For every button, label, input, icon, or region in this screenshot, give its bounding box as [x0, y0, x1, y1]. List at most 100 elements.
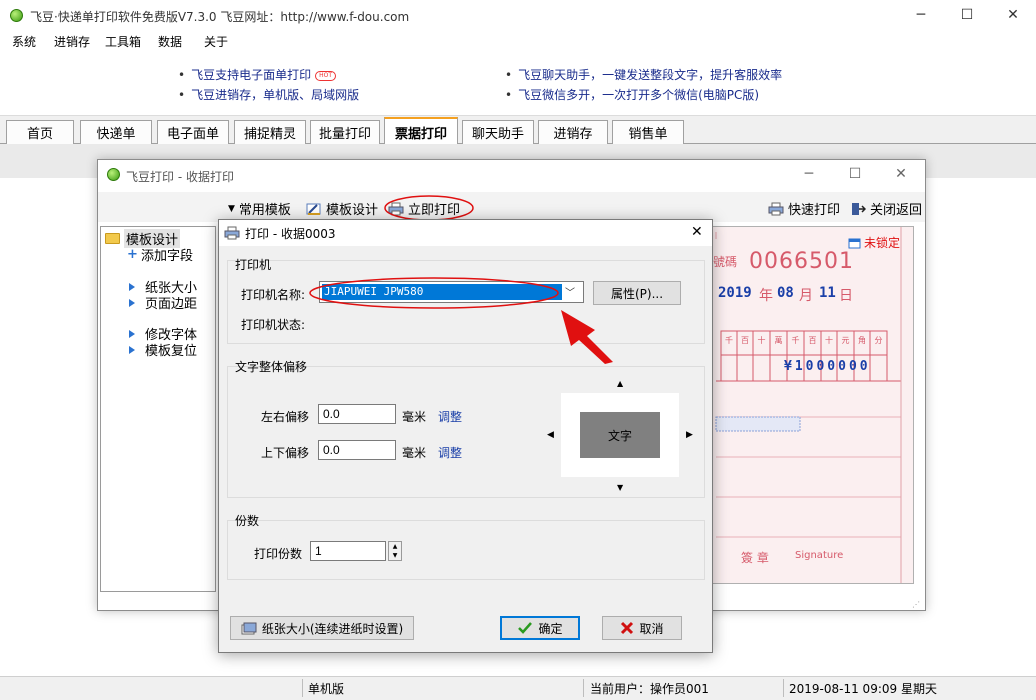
- status-mode: 单机版: [308, 682, 345, 696]
- minimize-button[interactable]: ─: [786, 160, 832, 188]
- title-bar: 飞豆·快递单打印软件免费版V7.3.0 飞豆网址：http://www.f-do…: [0, 0, 1036, 32]
- receipt-number: 0066501: [749, 249, 854, 274]
- promo-link[interactable]: • 飞豆进销存，单机版、局域网版: [178, 86, 359, 103]
- cancel-button[interactable]: 取消: [602, 616, 682, 640]
- tab-e-waybill[interactable]: 电子面单: [157, 120, 229, 144]
- copies-label: 打印份数: [254, 547, 303, 561]
- close-button[interactable]: ✕: [990, 0, 1036, 30]
- maximize-button[interactable]: ☐: [832, 160, 878, 188]
- arrow-right-icon[interactable]: ▶: [686, 430, 693, 440]
- amount-value: ¥1000000: [784, 359, 871, 374]
- close-button[interactable]: ✕: [878, 160, 924, 188]
- promo-link[interactable]: • 飞豆支持电子面单打印 HOT: [178, 66, 336, 83]
- tab-inventory[interactable]: 进销存: [538, 120, 608, 144]
- close-icon[interactable]: ✕: [691, 224, 703, 240]
- paper-stack-icon: [241, 622, 257, 635]
- minimize-button[interactable]: ─: [898, 0, 944, 30]
- properties-button[interactable]: 属性(P)...: [593, 281, 681, 305]
- arrow-left-icon[interactable]: ◀: [547, 430, 554, 440]
- year-char: 年: [759, 288, 773, 304]
- printer-icon: [224, 226, 240, 240]
- seal-label: 簽 章: [741, 551, 769, 565]
- quick-print-button[interactable]: 快速打印: [768, 199, 840, 218]
- ok-button[interactable]: 确定: [500, 616, 580, 640]
- copies-input[interactable]: [310, 541, 386, 561]
- caret-down-icon: ▼: [228, 203, 235, 214]
- plus-icon: +: [127, 247, 138, 262]
- tab-home[interactable]: 首页: [6, 120, 74, 144]
- resize-grip[interactable]: ⋰: [912, 600, 920, 609]
- receipt-window-titlebar: 飞豆打印 - 收据打印 ─ ☐ ✕: [98, 160, 925, 190]
- lr-unit: 毫米: [402, 410, 427, 424]
- promo-link[interactable]: • 飞豆微信多开，一次打开多个微信(电脑PC版): [505, 86, 759, 103]
- printer-icon: [768, 202, 784, 215]
- tree-item-reset-template[interactable]: 模板复位: [129, 340, 197, 359]
- print-dialog-title: 打印 - 收据0003: [245, 227, 336, 241]
- tab-capture[interactable]: 捕捉精灵: [234, 120, 306, 144]
- app-logo-icon: [10, 9, 23, 22]
- print-dialog-titlebar: 打印 - 收据0003 ✕: [219, 220, 712, 246]
- annotation-ellipse: [309, 277, 559, 309]
- status-datetime: 2019-08-11 09:09 星期天: [789, 682, 937, 696]
- lr-adjust-link[interactable]: 调整: [438, 408, 462, 425]
- menu-system[interactable]: 系统: [12, 33, 36, 50]
- status-bar: 单机版 当前用户：操作员001 2019-08-11 09:09 星期天: [0, 676, 1036, 700]
- stepper-down-icon[interactable]: ▼: [389, 551, 401, 560]
- annotation-arrow: [561, 310, 613, 364]
- tab-express[interactable]: 快递单: [80, 120, 152, 144]
- offset-group-label: 文字整体偏移: [235, 360, 308, 374]
- cross-icon: [621, 621, 634, 635]
- template-design-button[interactable]: 模板设计: [306, 199, 378, 218]
- menu-inventory[interactable]: 进销存: [54, 33, 90, 50]
- window-title: 飞豆·快递单打印软件免费版V7.3.0 飞豆网址：http://www.f-do…: [30, 10, 410, 24]
- triangle-right-icon: [129, 282, 135, 291]
- arrow-up-icon[interactable]: ▲: [617, 379, 623, 388]
- menu-about[interactable]: 关于: [204, 33, 228, 50]
- print-dialog: 打印 - 收据0003 ✕ 打印机 打印机名称: JIAPUWEI JPW580…: [218, 219, 713, 653]
- chevron-down-icon: ﹀: [565, 288, 575, 299]
- ud-offset-input[interactable]: [318, 440, 396, 460]
- ud-adjust-link[interactable]: 调整: [438, 444, 462, 461]
- tree-item-margins[interactable]: 页面边距: [129, 293, 197, 312]
- menu-data[interactable]: 数据: [158, 33, 182, 50]
- promo-banner: • 飞豆支持电子面单打印 HOT • 飞豆进销存，单机版、局域网版 • 飞豆聊天助手，一…: [0, 52, 1036, 116]
- copies-stepper[interactable]: ▲ ▼: [388, 541, 402, 561]
- receipt-toolbar: ▼ 常用模板 模板设计 立即打印 快速打印 关闭返回: [98, 192, 925, 222]
- lr-offset-input[interactable]: [318, 404, 396, 424]
- close-return-button[interactable]: 关闭返回: [850, 199, 922, 218]
- number-label: 號碼: [713, 255, 738, 269]
- maximize-button[interactable]: ☐: [944, 0, 990, 30]
- menu-toolbox[interactable]: 工具箱: [105, 33, 141, 50]
- copies-group-label: 份数: [235, 514, 260, 528]
- triangle-right-icon: [129, 298, 135, 307]
- lock-status[interactable]: 未锁定: [848, 234, 900, 251]
- template-design-tree: 模板设计 + 添加字段 纸张大小 页面边距 修改字体 模板复位: [100, 226, 216, 592]
- paper-size-button[interactable]: 纸张大小(连续进纸时设置): [230, 616, 414, 640]
- promo-link[interactable]: • 飞豆聊天助手，一键发送整段文字，提升客服效率: [505, 66, 782, 83]
- tab-receipt-print[interactable]: 票据打印: [384, 117, 458, 145]
- arrow-down-icon[interactable]: ▼: [617, 483, 623, 492]
- app-logo-icon: [107, 168, 120, 181]
- receipt-window-title: 飞豆打印 - 收据打印: [126, 170, 234, 184]
- calendar-icon: [848, 238, 861, 248]
- day-char: 日: [839, 288, 853, 304]
- main-tabs: 首页 快递单 电子面单 捕捉精灵 批量打印 票据打印 聊天助手 进销存 销售单: [0, 116, 1036, 145]
- tab-batch-print[interactable]: 批量打印: [310, 120, 380, 144]
- triangle-right-icon: [129, 329, 135, 338]
- templates-dropdown[interactable]: ▼ 常用模板: [228, 199, 291, 218]
- exit-door-icon: [852, 202, 866, 215]
- date-day: 11: [819, 285, 836, 301]
- signature-label: Signature: [795, 550, 844, 561]
- menu-bar: 系统 进销存 工具箱 数据 关于: [0, 32, 1036, 52]
- tab-chat-helper[interactable]: 聊天助手: [462, 120, 534, 144]
- printer-group-label: 打印机: [235, 258, 272, 272]
- stepper-up-icon[interactable]: ▲: [389, 542, 401, 551]
- folder-icon: [105, 233, 120, 244]
- tab-sales[interactable]: 销售单: [612, 120, 684, 144]
- date-year: 2019: [718, 285, 752, 301]
- ud-offset-label: 上下偏移: [261, 446, 310, 460]
- tree-item-add-field[interactable]: + 添加字段: [127, 245, 193, 264]
- status-user: 当前用户：操作员001: [590, 682, 709, 696]
- printer-name-label: 打印机名称:: [241, 288, 306, 302]
- month-char: 月: [799, 288, 813, 304]
